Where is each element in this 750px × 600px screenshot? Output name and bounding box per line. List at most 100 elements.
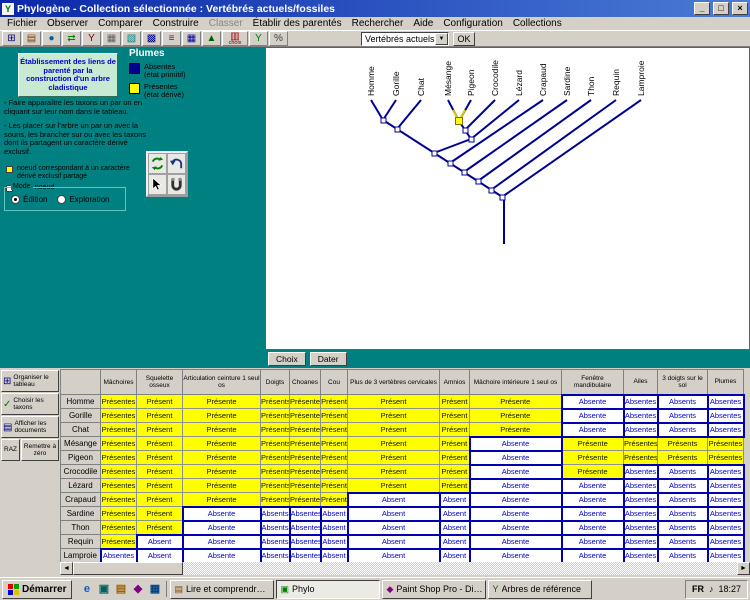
taxon-label-chat[interactable]: Chat xyxy=(416,77,426,96)
matrix-cell[interactable]: Absentes xyxy=(101,549,137,563)
scrollbar-thumb[interactable] xyxy=(73,562,183,575)
matrix-cell[interactable]: Présents xyxy=(261,465,290,479)
matrix-cell[interactable]: Présentes xyxy=(290,409,321,423)
matrix-cell[interactable]: Absent xyxy=(440,549,470,563)
taxon-label-homme[interactable]: Homme xyxy=(366,66,376,96)
matrix-cell[interactable]: Absente xyxy=(562,423,624,437)
taxon-label-sardine[interactable]: Sardine xyxy=(562,66,572,96)
matrix-cell[interactable]: Absente xyxy=(183,507,261,521)
matrix-cell[interactable]: Présents xyxy=(658,437,708,451)
matrix-cell[interactable]: Présent xyxy=(137,521,183,535)
matrix-cell[interactable]: Présentes xyxy=(708,451,744,465)
matrix-cell[interactable]: Présente xyxy=(183,451,261,465)
matrix-cell[interactable]: Absent xyxy=(321,535,348,549)
matrix-cell[interactable]: Absentes xyxy=(708,549,744,563)
matrix-cell[interactable]: Présentes xyxy=(290,493,321,507)
matrix-cell[interactable]: Présentes xyxy=(290,479,321,493)
matrix-cell[interactable]: Absente xyxy=(183,549,261,563)
close-button[interactable]: × xyxy=(732,2,748,15)
matrix-cell[interactable]: Présentes xyxy=(101,451,137,465)
scroll-left-button[interactable]: ◄ xyxy=(60,562,73,575)
task-button-lire-et-comprendre-les-ar[interactable]: ▤Lire et comprendre les ar... xyxy=(170,580,274,599)
matrix-cell[interactable]: Présentes xyxy=(290,451,321,465)
matrix-cell[interactable]: Présentes xyxy=(101,395,137,409)
matrix-cell[interactable]: Absent xyxy=(321,521,348,535)
matrix-cell[interactable]: Absents xyxy=(658,507,708,521)
matrix-cell[interactable]: Absente xyxy=(470,437,562,451)
matrix-cell[interactable]: Absent xyxy=(348,521,440,535)
matrix-cell[interactable]: Absentes xyxy=(624,395,658,409)
matrix-cell[interactable]: Présente xyxy=(183,493,261,507)
classify-button[interactable]: ▦ xyxy=(102,31,121,46)
matrix-cell[interactable]: Présentes xyxy=(101,507,137,521)
matrix-cell[interactable]: Présent xyxy=(137,451,183,465)
matrix-cell[interactable]: Présentes xyxy=(101,479,137,493)
column-header-cou[interactable]: Cou xyxy=(321,370,348,395)
column-header-squelette-osseux[interactable]: Squelette osseux xyxy=(137,370,183,395)
media-icon[interactable]: ◆ xyxy=(130,581,145,597)
internet-explorer-icon[interactable]: e xyxy=(79,581,94,597)
scrollbar-track[interactable] xyxy=(73,562,737,575)
matrix-cell[interactable]: Absent xyxy=(348,535,440,549)
matrix-cell[interactable]: Absent xyxy=(440,535,470,549)
compare-button[interactable]: ⇄ xyxy=(62,31,81,46)
matrix-cell[interactable]: Présents xyxy=(261,409,290,423)
matrix-cell[interactable]: Présentes xyxy=(101,437,137,451)
radio-icon[interactable] xyxy=(11,195,20,204)
radio-icon[interactable] xyxy=(57,195,66,204)
matrix-cell[interactable]: Absents xyxy=(658,423,708,437)
matrix-cell[interactable]: Présent xyxy=(321,437,348,451)
menu-item-rechercher[interactable]: Rechercher xyxy=(347,18,409,29)
matrix-cell[interactable]: Présents xyxy=(261,451,290,465)
matrix-cell[interactable]: Présent xyxy=(440,451,470,465)
show-documents-button[interactable]: ▤ Afficher les documents xyxy=(1,416,59,438)
matrix-cell[interactable]: Présente xyxy=(562,465,624,479)
volume-icon[interactable]: ♪ xyxy=(709,584,714,594)
start-button[interactable]: Démarrer xyxy=(2,580,72,599)
matrix-cell[interactable]: Présentes xyxy=(101,423,137,437)
matrix-cell[interactable]: Présent xyxy=(348,451,440,465)
matrix-cell[interactable]: Absente xyxy=(470,479,562,493)
matrix-cell[interactable]: Présentes xyxy=(101,465,137,479)
matrix-cell[interactable]: Absents xyxy=(658,535,708,549)
matrix-cell[interactable]: Présents xyxy=(261,437,290,451)
matrix-cell[interactable]: Présentes xyxy=(101,493,137,507)
matrix-cell[interactable]: Absent xyxy=(321,549,348,563)
matrix-cell[interactable]: Absent xyxy=(348,549,440,563)
menu-item-aide[interactable]: Aide xyxy=(408,18,438,29)
matrix-cell[interactable]: Absente xyxy=(470,507,562,521)
taxon-row-header-lamproie[interactable]: Lamproie xyxy=(61,549,101,563)
matrix-cell[interactable]: Absente xyxy=(562,395,624,409)
matrix-cell[interactable]: Absente xyxy=(183,521,261,535)
matrix-cell[interactable]: Absents xyxy=(658,465,708,479)
matrix-cell[interactable]: Absentes xyxy=(708,409,744,423)
matrix-cell[interactable]: Présente xyxy=(183,423,261,437)
matrix-cell[interactable]: Absentes xyxy=(290,507,321,521)
matrix-cell[interactable]: Absentes xyxy=(624,521,658,535)
ok-button[interactable]: OK xyxy=(453,32,475,46)
matrix-cell[interactable]: Absente xyxy=(562,521,624,535)
matrix-cell[interactable]: Absents xyxy=(261,521,290,535)
language-indicator[interactable]: FR xyxy=(692,584,704,594)
matrix-cell[interactable]: Absentes xyxy=(708,507,744,521)
collection-select[interactable]: Vertébrés actuels ▼ xyxy=(361,32,449,46)
collection-button[interactable]: ▲ xyxy=(202,31,221,46)
matrix-cell[interactable]: Absente xyxy=(470,493,562,507)
matrix-cell[interactable]: Présent xyxy=(321,395,348,409)
matrix-cell[interactable]: Présent xyxy=(321,423,348,437)
matrix-cell[interactable]: Absentes xyxy=(624,549,658,563)
matrix-cell[interactable]: Absente xyxy=(470,521,562,535)
matrix-cell[interactable]: Présente xyxy=(470,395,562,409)
raz-button[interactable]: RAZ xyxy=(1,439,20,461)
matrix-cell[interactable]: Présent xyxy=(348,479,440,493)
column-header-plumes[interactable]: Plumes xyxy=(708,370,744,395)
matrix-cell[interactable]: Absentes xyxy=(624,507,658,521)
matrix-cell[interactable]: Absentes xyxy=(624,409,658,423)
matrix-cell[interactable]: Présentes xyxy=(290,465,321,479)
choose-taxa-button[interactable]: ✓ Choisir les taxons xyxy=(1,393,59,415)
recycle-icon[interactable] xyxy=(148,153,167,174)
matrix-cell[interactable]: Absentes xyxy=(624,535,658,549)
undo-icon[interactable] xyxy=(167,153,186,174)
taxon-label-thon[interactable]: Thon xyxy=(586,76,596,96)
matrix-cell[interactable]: Absentes xyxy=(708,493,744,507)
